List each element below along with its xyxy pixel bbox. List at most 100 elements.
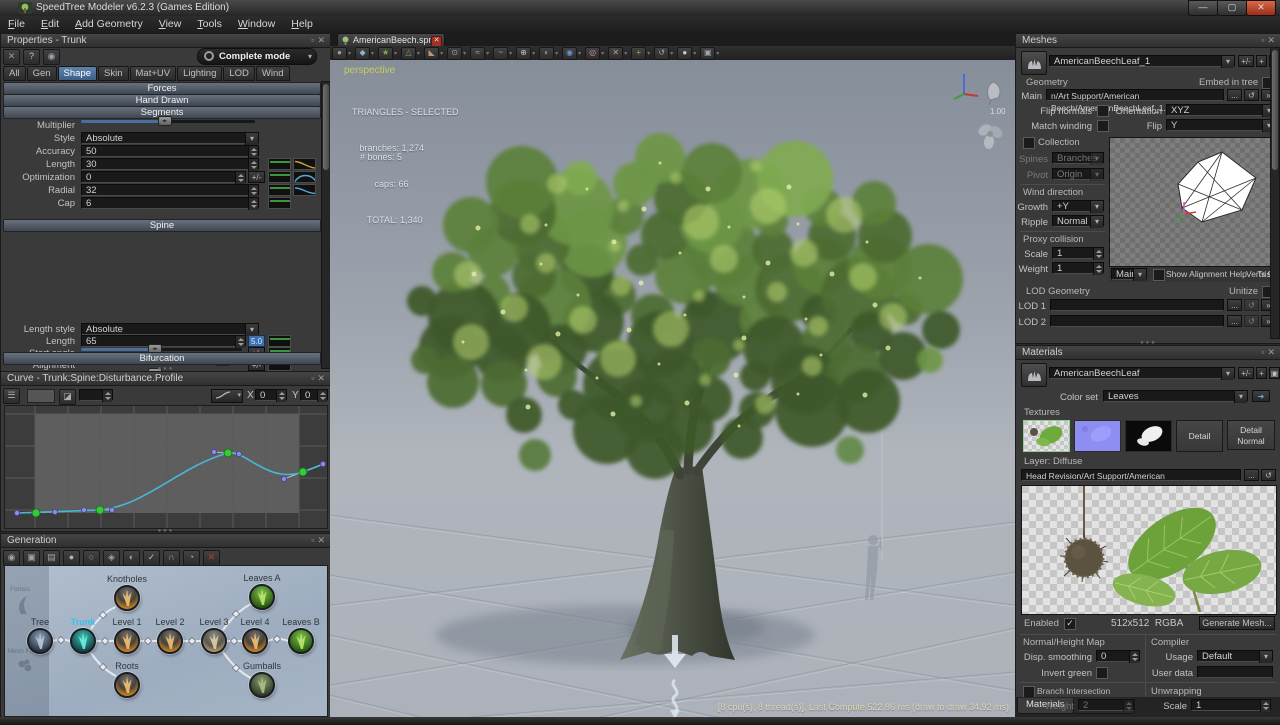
collection-checkbox[interactable]: [1023, 137, 1035, 149]
curve-filter-icon[interactable]: ☰: [3, 388, 20, 404]
spin-up-icon[interactable]: [251, 187, 257, 190]
row-spin-field[interactable]: 32: [81, 184, 259, 196]
leaf-icon[interactable]: ★: [378, 47, 393, 60]
node-tree[interactable]: [27, 628, 53, 654]
close-panel-icon[interactable]: ✕: [1267, 35, 1278, 45]
slider-handle[interactable]: ◂▸: [158, 116, 172, 126]
magnet-icon[interactable]: ◉: [562, 47, 577, 60]
undo-icon[interactable]: ↺: [654, 47, 669, 60]
node-gumballs[interactable]: [249, 672, 275, 698]
main-mesh-path-field[interactable]: n/Art Support/American Beech/AmericanBee…: [1046, 89, 1224, 101]
add-child-generator-icon[interactable]: ▤: [43, 550, 60, 566]
add-mesh-button[interactable]: +: [1256, 55, 1267, 67]
tab-all[interactable]: All: [3, 66, 26, 81]
close-panel-icon[interactable]: ✕: [317, 373, 328, 383]
spinner[interactable]: [248, 146, 258, 158]
diffuse-thumbnail[interactable]: [1023, 420, 1070, 452]
mesh-pm-button[interactable]: +/-: [1238, 55, 1254, 67]
diffuse-path-field[interactable]: Head Revision/Art Support/American Beech…: [1021, 469, 1241, 481]
node-roots[interactable]: [114, 672, 140, 698]
visibility-icon[interactable]: ◉: [43, 49, 60, 65]
close-button[interactable]: ✕: [1246, 0, 1276, 16]
browse-mesh-button[interactable]: ...: [1227, 89, 1242, 101]
menu-window[interactable]: Window: [230, 16, 283, 33]
chevron-down-icon[interactable]: ▾: [1221, 56, 1234, 68]
detail-normal-slot-button[interactable]: Detail Normal: [1227, 420, 1275, 450]
close-panel-icon[interactable]: ✕: [1267, 347, 1278, 357]
node-level-4[interactable]: [242, 628, 268, 654]
chevron-down-icon[interactable]: ▾: [1133, 269, 1146, 281]
apply-color-set-button[interactable]: ➜: [1252, 390, 1270, 402]
proxy-scale-field[interactable]: 1: [1052, 247, 1104, 259]
chevron-down-icon[interactable]: ▾: [1234, 391, 1247, 403]
row-select[interactable]: Absolute▾: [81, 132, 259, 144]
hand-drawn-mesh-button[interactable]: [1021, 51, 1047, 75]
node-leaves-b[interactable]: [288, 628, 314, 654]
row-spin-field[interactable]: 6: [81, 197, 259, 209]
tab-shape[interactable]: Shape: [58, 66, 97, 81]
curve-y-field[interactable]: 0: [300, 389, 328, 401]
chevron-down-icon[interactable]: ▾: [1090, 201, 1103, 213]
spin-down-icon[interactable]: [251, 153, 257, 156]
curve-copy-icon[interactable]: ◪: [59, 389, 76, 405]
spin-up-icon[interactable]: [238, 338, 244, 341]
copy-material-button[interactable]: ▣: [1269, 367, 1280, 379]
spinner[interactable]: [248, 198, 258, 210]
menu-view[interactable]: View: [151, 16, 190, 33]
camera-mode-label[interactable]: perspective: [344, 65, 395, 76]
hand-icon[interactable]: ◈: [103, 550, 120, 566]
spinner[interactable]: [248, 185, 258, 197]
export-icon[interactable]: ▣: [700, 47, 715, 60]
alignment-help-checkbox[interactable]: [1153, 269, 1165, 281]
node-edit-icon[interactable]: ◆: [355, 47, 370, 60]
flower-icon[interactable]: ◎: [585, 47, 600, 60]
node-level-3[interactable]: [201, 628, 227, 654]
menu-edit[interactable]: Edit: [33, 16, 67, 33]
focus-icon[interactable]: ◉: [3, 550, 20, 566]
row-spin-field[interactable]: 30: [81, 158, 259, 170]
row-spin-field[interactable]: 50: [81, 145, 259, 157]
menu-add-geometry[interactable]: Add Geometry: [67, 16, 151, 33]
spin-down-icon[interactable]: [251, 205, 257, 208]
detail-slot-button[interactable]: Detail: [1176, 420, 1223, 452]
add-material-button[interactable]: +: [1256, 367, 1267, 379]
preview-lod-select[interactable]: Main▾: [1111, 268, 1147, 280]
lod2-path-field[interactable]: [1050, 315, 1224, 327]
document-tab[interactable]: AmericanBeech.spm* ✕: [337, 33, 445, 47]
reload-texture-button[interactable]: ↺: [1261, 469, 1276, 481]
add-generator-icon[interactable]: ▣: [23, 550, 40, 566]
node-knotholes[interactable]: [114, 585, 140, 611]
delete-icon[interactable]: ✕: [3, 49, 20, 65]
row-slider[interactable]: ◂▸: [81, 348, 242, 351]
spinner[interactable]: [235, 172, 245, 184]
material-select[interactable]: AmericanBeechLeaf▾: [1049, 367, 1235, 379]
enable-check-icon[interactable]: ✓: [143, 550, 160, 566]
curve-thumbnail-blue-fall[interactable]: [293, 184, 316, 196]
curve-thumbnail-yellow-fall[interactable]: [293, 158, 316, 170]
user-data-field[interactable]: [1197, 666, 1273, 678]
curve-thumbnail-green[interactable]: [268, 184, 291, 196]
chevron-down-icon[interactable]: ▾: [1090, 216, 1103, 228]
spline-icon[interactable]: ~: [493, 47, 508, 60]
browse-lod1-button[interactable]: ...: [1227, 299, 1242, 311]
curve-thumbnail-green[interactable]: [268, 197, 291, 209]
curve-thumbnail-green[interactable]: [268, 335, 291, 347]
generate-mesh-button[interactable]: Generate Mesh...: [1199, 616, 1275, 630]
flip-normals-checkbox[interactable]: [1097, 105, 1109, 117]
ripple-select[interactable]: Normal▾: [1052, 215, 1104, 227]
paint-icon[interactable]: ●: [63, 550, 80, 566]
tab-matuv[interactable]: Mat+UV: [130, 66, 177, 81]
curve-value-field[interactable]: [79, 389, 113, 401]
node-level-1[interactable]: [114, 628, 140, 654]
curve-type-button[interactable]: ▾: [211, 389, 243, 403]
spin-down-icon[interactable]: [251, 166, 257, 169]
bones-icon[interactable]: ⊕: [516, 47, 531, 60]
knothole-icon[interactable]: ⊙: [447, 47, 462, 60]
rotate-icon[interactable]: ○: [83, 550, 100, 566]
tab-gen[interactable]: Gen: [27, 66, 57, 81]
usage-select[interactable]: Default▾: [1197, 650, 1273, 662]
edit-mode-button[interactable]: Complete mode ▾: [197, 48, 317, 65]
reload-mesh-button[interactable]: ↺: [1244, 89, 1259, 101]
node-level-2[interactable]: [157, 628, 183, 654]
menu-tools[interactable]: Tools: [189, 16, 230, 33]
